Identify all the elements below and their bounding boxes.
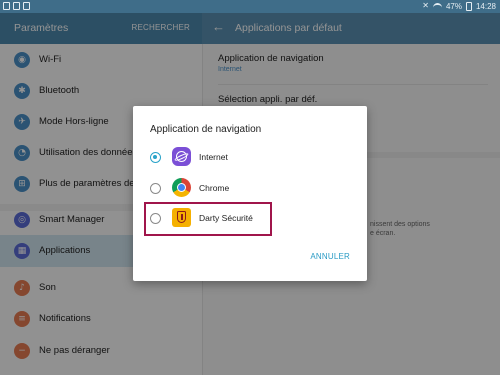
highlight-box xyxy=(144,202,272,236)
browser-choice-dialog: Application de navigation Internet Chrom… xyxy=(133,106,367,281)
notification-icon xyxy=(3,2,10,10)
image-icon xyxy=(13,2,20,10)
status-icons: ✕ 47% 14:28 xyxy=(422,1,496,11)
battery-percent: 47% xyxy=(445,1,462,11)
option-internet[interactable]: Internet xyxy=(133,142,367,172)
chrome-icon xyxy=(172,178,191,197)
notification-icons xyxy=(3,2,30,10)
samsung-internet-icon xyxy=(172,147,191,166)
option-chrome[interactable]: Chrome xyxy=(133,173,367,203)
mute-icon: ✕ xyxy=(422,1,429,10)
option-label: Chrome xyxy=(199,183,230,193)
radio-button-checked[interactable] xyxy=(150,152,161,163)
battery-icon xyxy=(465,1,472,11)
wifi-signal-icon xyxy=(432,2,442,10)
option-label: Internet xyxy=(199,152,228,162)
download-icon xyxy=(23,2,30,10)
clock: 14:28 xyxy=(475,1,496,11)
radio-button[interactable] xyxy=(150,183,161,194)
cancel-button[interactable]: ANNULER xyxy=(310,252,350,261)
status-bar: ✕ 47% 14:28 xyxy=(0,0,500,13)
dialog-title: Application de navigation xyxy=(150,124,262,135)
